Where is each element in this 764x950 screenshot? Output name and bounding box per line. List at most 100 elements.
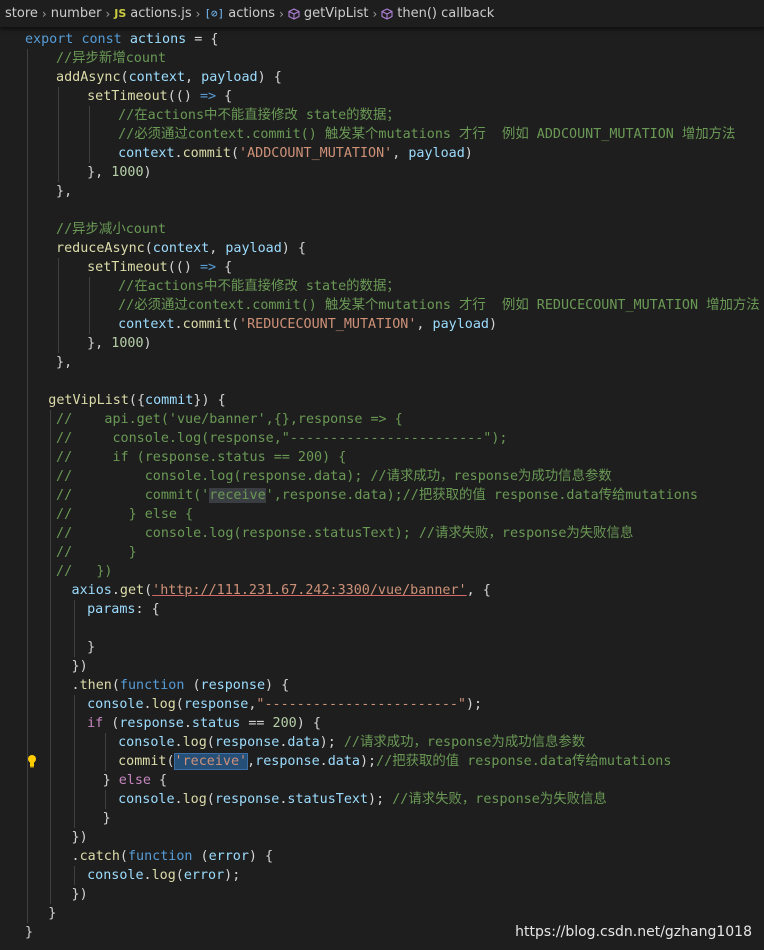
- code-line[interactable]: },: [0, 353, 764, 372]
- code-line[interactable]: // commit('receive',response.data);//把获取…: [0, 486, 764, 505]
- code-token: export: [25, 32, 74, 47]
- code-line[interactable]: // } else {: [0, 505, 764, 524]
- code-token: log: [151, 868, 176, 883]
- indent-guide: [104, 752, 106, 771]
- code-token: //必须通过context.commit() 触发某个mutations 才行 …: [118, 298, 760, 313]
- code-line[interactable]: // console.log(response.statusText); //请…: [0, 524, 764, 543]
- breadcrumb-item-file[interactable]: JS actions.js: [114, 6, 191, 21]
- code-line[interactable]: //在actions中不能直接修改 state的数据；: [0, 106, 764, 125]
- breadcrumb-item-getviplist[interactable]: getVipList: [288, 6, 369, 21]
- code-token: setTimeout: [87, 260, 168, 275]
- code-token: },: [87, 336, 112, 351]
- code-line[interactable]: context.commit('REDUCECOUNT_MUTATION', p…: [0, 315, 764, 334]
- code-line[interactable]: params: {: [0, 600, 764, 619]
- code-line[interactable]: [0, 372, 764, 391]
- code-line[interactable]: //必须通过context.commit() 触发某个mutations 才行 …: [0, 125, 764, 144]
- code-token: //必须通过context.commit() 触发某个mutations 才行 …: [118, 127, 736, 142]
- indent-guide: [73, 714, 75, 733]
- code-line[interactable]: .catch(function (error) {: [0, 847, 764, 866]
- code-token: ((): [167, 89, 200, 104]
- code-editor[interactable]: import axios from 'axios'export const ac…: [0, 11, 764, 941]
- code-text: // }): [56, 562, 112, 581]
- indent-guide: [50, 714, 52, 733]
- code-line[interactable]: setTimeout(() => {: [0, 87, 764, 106]
- lightbulb-icon[interactable]: [27, 754, 37, 768]
- code-line[interactable]: axios.get('http://111.231.67.242:3300/vu…: [0, 581, 764, 600]
- code-token: 1000: [111, 165, 144, 180]
- code-token: = {: [186, 32, 219, 47]
- code-line[interactable]: // console.log(response.data); //请求成功，re…: [0, 467, 764, 486]
- code-line[interactable]: console.log(response.data); //请求成功，respo…: [0, 733, 764, 752]
- indent-guide: [73, 695, 75, 714]
- code-line[interactable]: //异步新增count: [0, 49, 764, 68]
- indent-guide: [50, 809, 52, 828]
- code-token: (: [230, 146, 240, 161]
- breadcrumb-label: number: [50, 6, 102, 21]
- breadcrumb-item-callback[interactable]: then() callback: [381, 6, 494, 21]
- indent-guide: [58, 296, 60, 315]
- code-line[interactable]: } else {: [0, 771, 764, 790]
- code-token: context: [128, 70, 186, 85]
- indent-guide: [27, 638, 28, 657]
- code-line[interactable]: }): [0, 885, 764, 904]
- code-line[interactable]: setTimeout(() => {: [0, 258, 764, 277]
- code-token: }): [71, 830, 88, 845]
- code-line[interactable]: // if (response.status == 200) {: [0, 448, 764, 467]
- indent-guide: [27, 277, 28, 296]
- code-line[interactable]: // api.get('vue/banner',{},response => {: [0, 410, 764, 429]
- code-line[interactable]: // console.log(response,"---------------…: [0, 429, 764, 448]
- code-line[interactable]: // }: [0, 543, 764, 562]
- code-line[interactable]: console.log(response,"------------------…: [0, 695, 764, 714]
- code-line[interactable]: context.commit('ADDCOUNT_MUTATION', payl…: [0, 144, 764, 163]
- code-line[interactable]: }): [0, 657, 764, 676]
- code-line[interactable]: if (response.status == 200) {: [0, 714, 764, 733]
- code-token: =>: [199, 89, 217, 104]
- code-token: ({: [128, 393, 146, 408]
- code-line[interactable]: //在actions中不能直接修改 state的数据；: [0, 277, 764, 296]
- code-line[interactable]: .then(function (response) {: [0, 676, 764, 695]
- code-line[interactable]: [0, 201, 764, 220]
- code-line[interactable]: }: [0, 809, 764, 828]
- code-line[interactable]: }: [0, 904, 764, 923]
- code-line[interactable]: export const actions = {: [0, 30, 764, 49]
- breadcrumb-item-actions[interactable]: [⊘] actions: [204, 6, 275, 21]
- code-line[interactable]: }): [0, 828, 764, 847]
- code-token: catch: [79, 849, 120, 864]
- code-line[interactable]: //必须通过context.commit() 触发某个mutations 才行 …: [0, 296, 764, 315]
- code-token: ',response.data);//把获取的值 response.data传给…: [265, 488, 698, 503]
- code-token: (: [166, 754, 175, 769]
- code-text: //在actions中不能直接修改 state的数据；: [118, 106, 400, 125]
- indent-guide: [27, 885, 28, 904]
- code-token: else: [118, 773, 151, 788]
- code-line[interactable]: //异步减小count: [0, 220, 764, 239]
- code-line[interactable]: console.log(response.statusText); //请求失败…: [0, 790, 764, 809]
- code-line[interactable]: addAsync(context, payload) {: [0, 68, 764, 87]
- code-line[interactable]: },: [0, 182, 764, 201]
- indent-guide: [50, 790, 52, 809]
- code-line[interactable]: [0, 619, 764, 638]
- code-line[interactable]: commit('receive',response.data);//把获取的值 …: [0, 752, 764, 771]
- code-line[interactable]: // }): [0, 562, 764, 581]
- code-line[interactable]: }: [0, 638, 764, 657]
- breadcrumb-item-number[interactable]: number: [51, 6, 102, 21]
- code-token: ) {: [281, 241, 306, 256]
- indent-guide: [27, 391, 28, 410]
- code-line[interactable]: }, 1000): [0, 334, 764, 353]
- indent-guide: [27, 581, 28, 600]
- code-text: },: [56, 353, 72, 372]
- code-token: payload: [225, 241, 282, 256]
- code-line[interactable]: getVipList({commit}) {: [0, 391, 764, 410]
- code-token: .: [183, 716, 192, 731]
- code-token: ): [464, 146, 473, 161]
- breadcrumb-label: getVipList: [303, 6, 369, 21]
- breadcrumb-item-store[interactable]: store: [5, 6, 38, 21]
- indent-guide: [50, 657, 52, 676]
- code-token: ,: [185, 70, 202, 85]
- indent-guide: [50, 486, 52, 505]
- code-line[interactable]: }, 1000): [0, 163, 764, 182]
- code-line[interactable]: console.log(error);: [0, 866, 764, 885]
- indent-guide: [50, 600, 52, 619]
- code-token: // console.log(response,"---------------…: [56, 431, 508, 446]
- code-line[interactable]: reduceAsync(context, payload) {: [0, 239, 764, 258]
- code-token: response: [183, 697, 249, 712]
